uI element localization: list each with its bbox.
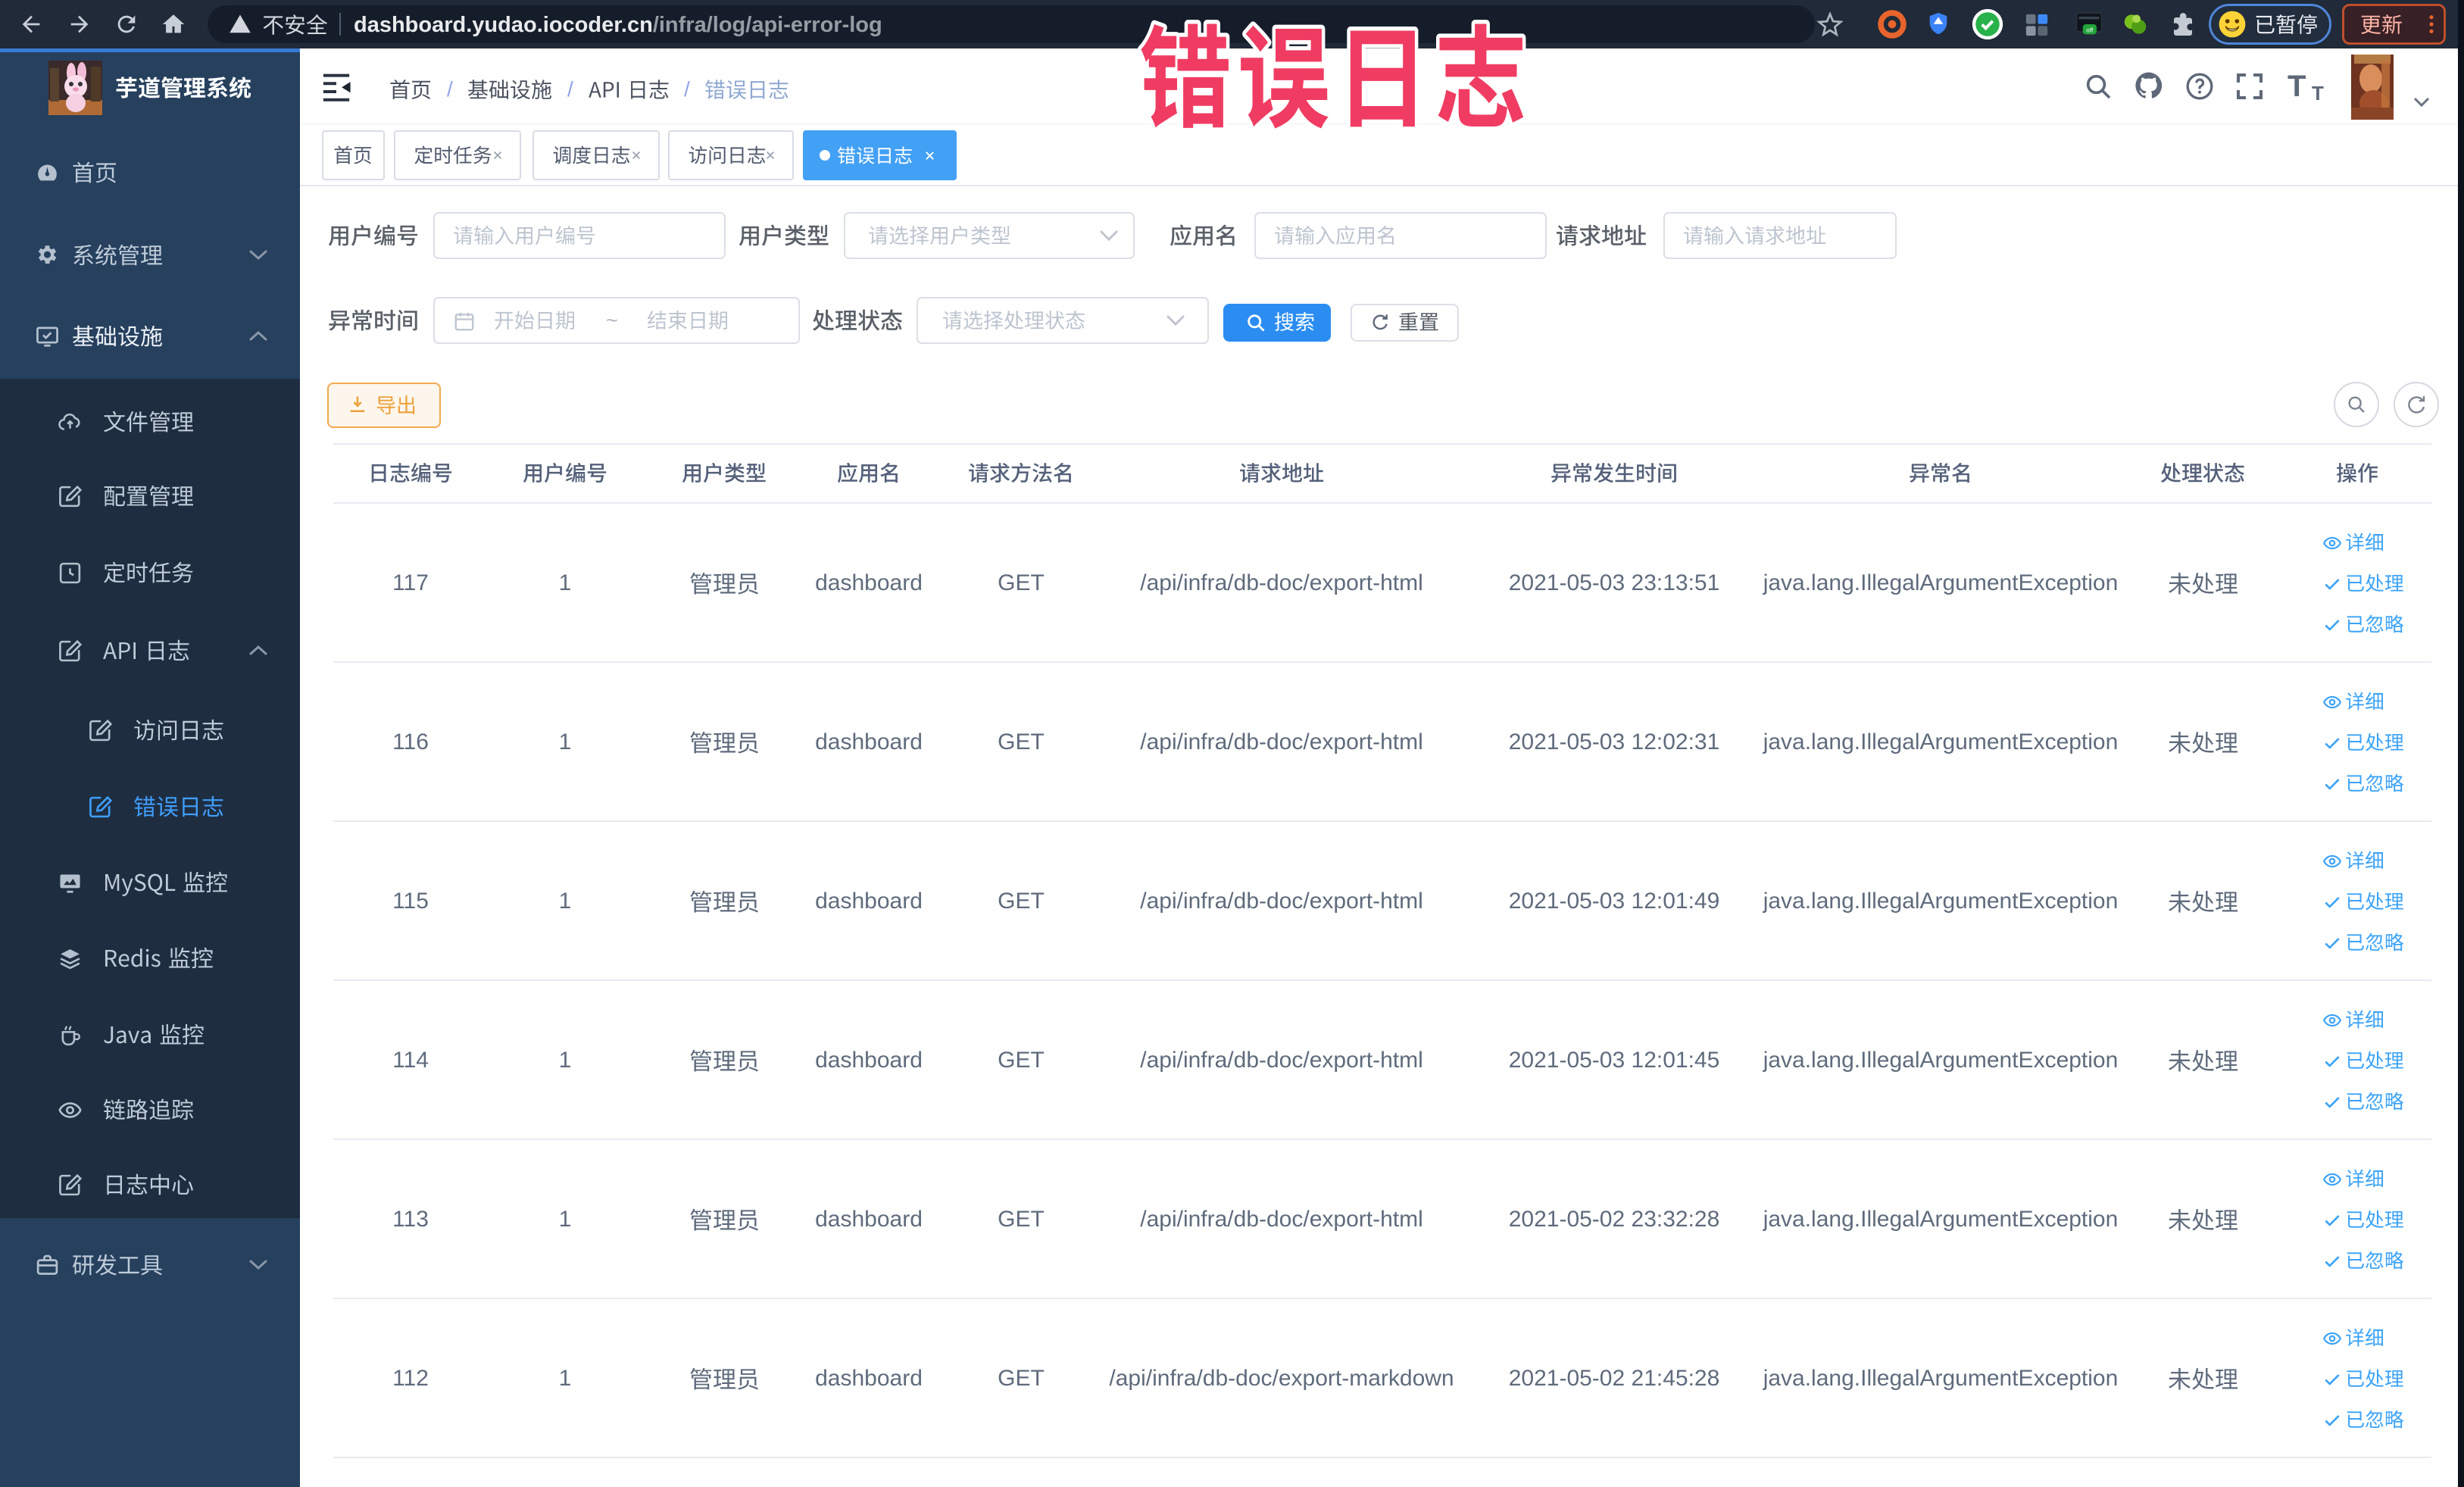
svg-text:off: off bbox=[2086, 26, 2094, 33]
